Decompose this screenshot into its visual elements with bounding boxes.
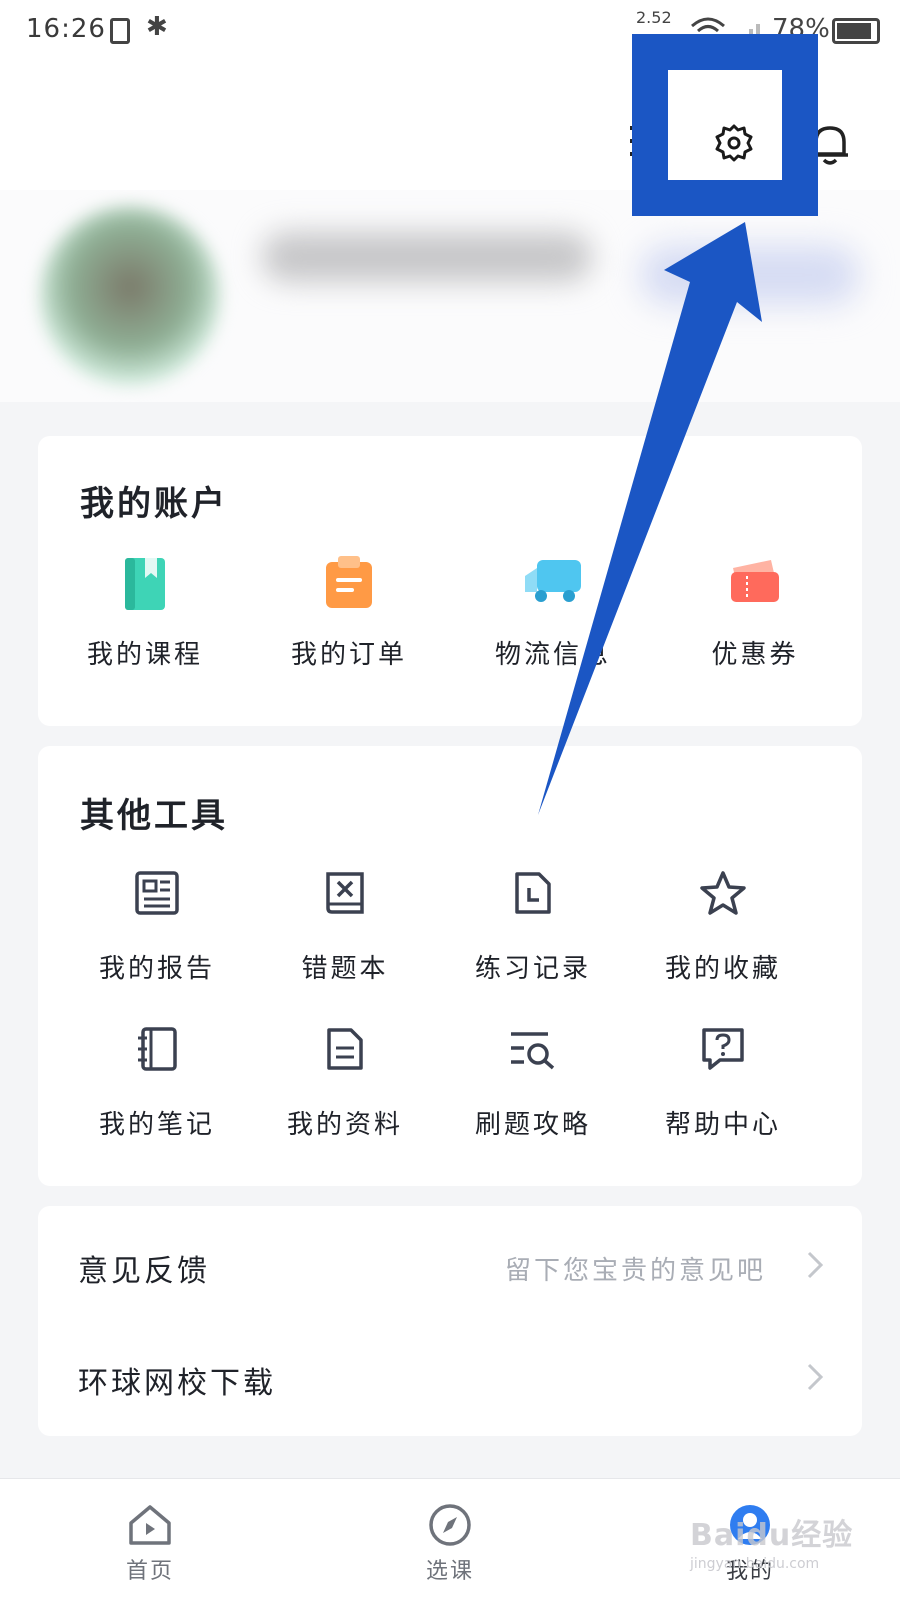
annotation-arrow [538,222,762,815]
gear-icon[interactable] [714,123,754,163]
